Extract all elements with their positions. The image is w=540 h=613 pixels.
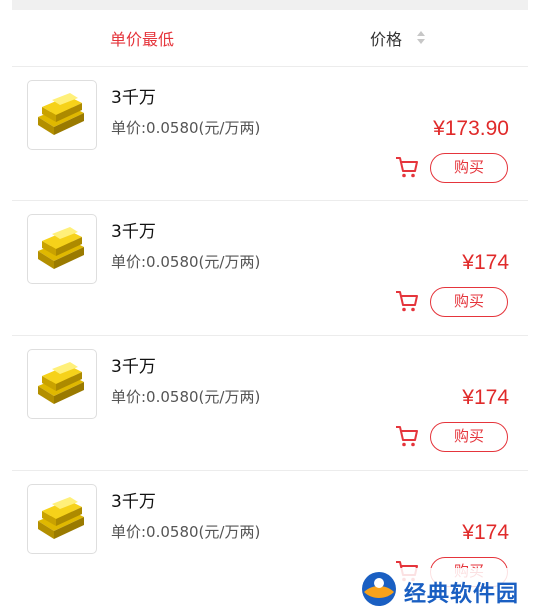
list-item[interactable]: 3千万 单价:0.0580(元/万两) ¥174 购买 [12, 201, 528, 335]
watermark: 经典软件园 [358, 568, 540, 613]
item-price: ¥174 [462, 521, 509, 544]
gold-bars-icon [27, 484, 97, 554]
item-price: ¥174 [462, 251, 509, 274]
gold-bars-icon [27, 80, 97, 150]
list-item[interactable]: 3千万 单价:0.0580(元/万两) ¥174 购买 [12, 336, 528, 470]
item-name: 3千万 [111, 222, 156, 242]
item-unit-price: 单价:0.0580(元/万两) [111, 523, 261, 541]
item-name: 3千万 [111, 88, 156, 108]
top-strip [12, 0, 528, 10]
sort-price[interactable]: 价格 [370, 26, 402, 50]
item-name: 3千万 [111, 492, 156, 512]
item-price: ¥173.90 [433, 117, 509, 140]
sort-arrows-icon[interactable] [416, 28, 426, 48]
buy-button[interactable]: 购买 [430, 287, 508, 317]
item-name: 3千万 [111, 357, 156, 377]
list-item[interactable]: 3千万 单价:0.0580(元/万两) ¥173.90 购买 [12, 67, 528, 201]
gold-bars-icon [27, 349, 97, 419]
buy-button[interactable]: 购买 [430, 422, 508, 452]
sort-bar: 单价最低 价格 [0, 10, 540, 66]
item-unit-price: 单价:0.0580(元/万两) [111, 253, 261, 271]
sort-unit-price-lowest[interactable]: 单价最低 [110, 26, 174, 50]
cart-icon[interactable] [394, 423, 420, 449]
item-unit-price: 单价:0.0580(元/万两) [111, 119, 261, 137]
cart-icon[interactable] [394, 288, 420, 314]
buy-button[interactable]: 购买 [430, 153, 508, 183]
item-unit-price: 单价:0.0580(元/万两) [111, 388, 261, 406]
watermark-logo-icon [362, 572, 396, 606]
item-price: ¥174 [462, 386, 509, 409]
watermark-text: 经典软件园 [404, 582, 520, 607]
cart-icon[interactable] [394, 154, 420, 180]
gold-bars-icon [27, 214, 97, 284]
